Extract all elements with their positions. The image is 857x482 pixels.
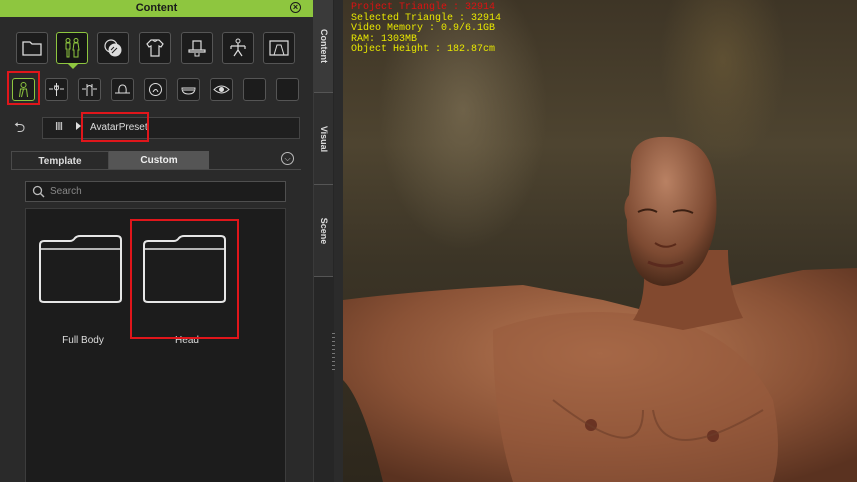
stage-icon: [269, 40, 289, 56]
body-morph-button[interactable]: [45, 78, 68, 101]
tab-template[interactable]: Template: [11, 151, 109, 170]
folder-label: Full Body: [62, 335, 104, 346]
clothing-icon: [146, 39, 164, 57]
mouth-icon: [181, 87, 196, 95]
stat-object-height: Object Height : 182.87cm: [351, 44, 496, 55]
body-morph-icon: [49, 83, 64, 96]
actor-icon[interactable]: ǁǁ: [55, 121, 63, 133]
avatar-preset-button[interactable]: [12, 78, 35, 101]
close-icon[interactable]: ×: [290, 2, 301, 13]
side-tab-content[interactable]: Content: [314, 0, 333, 93]
face-button[interactable]: [144, 78, 167, 101]
face-icon: [149, 83, 162, 96]
tab-divider: [11, 169, 301, 170]
folder-icon: [39, 235, 122, 303]
motion-button[interactable]: [222, 32, 254, 64]
3d-viewport[interactable]: Project Triangle : 32914 Selected Triang…: [343, 0, 857, 482]
materials-button[interactable]: [97, 32, 129, 64]
side-tab-label: Visual: [318, 125, 329, 152]
accessory-button[interactable]: [181, 32, 213, 64]
motion-figure-icon: [230, 38, 246, 57]
panel-title: Content: [135, 2, 178, 14]
avatar-character: [343, 136, 857, 482]
viewport-stats: Project Triangle : 32914 Selected Triang…: [351, 2, 501, 56]
back-arrow-icon[interactable]: ⮌: [14, 119, 32, 135]
empty-slot: [243, 78, 266, 101]
content-grid: Full Body Head: [25, 208, 286, 482]
mouth-button[interactable]: [177, 78, 200, 101]
actor-body-icon: [65, 38, 80, 58]
head-morph-button[interactable]: [111, 78, 134, 101]
chevron-down-icon[interactable]: ⌵: [281, 152, 294, 165]
stat-project-triangle: Project Triangle : 32914: [351, 2, 496, 13]
folder-button[interactable]: [16, 32, 48, 64]
stage-button[interactable]: [263, 32, 295, 64]
breadcrumb: ǁǁ AvatarPreset: [42, 117, 300, 139]
side-tab-label: Content: [318, 29, 329, 63]
side-tab-visual[interactable]: Visual: [314, 93, 333, 185]
breadcrumb-item-avatarpreset[interactable]: AvatarPreset: [90, 122, 148, 133]
side-tab-strip: Content Visual Scene: [313, 0, 334, 482]
head-morph-icon: [115, 84, 130, 94]
search-box: [25, 181, 286, 202]
search-input[interactable]: [50, 184, 280, 199]
side-tab-label: Scene: [318, 217, 329, 244]
accessory-hat-icon: [188, 40, 206, 57]
breadcrumb-separator: [148, 124, 149, 133]
body-scale-icon: [82, 84, 97, 96]
folder-icon: [143, 235, 226, 303]
body-scale-button[interactable]: [78, 78, 101, 101]
content-panel: Content × ⮌ ǁǁ AvatarPreset Template Cus…: [0, 0, 313, 482]
side-tab-scene[interactable]: Scene: [314, 185, 333, 277]
panel-splitter[interactable]: [334, 0, 343, 482]
empty-slot: [276, 78, 299, 101]
avatar-preset-icon: [19, 82, 28, 98]
folder-head[interactable]: Head: [137, 235, 229, 346]
clothing-button[interactable]: [139, 32, 171, 64]
folder-icon: [22, 41, 42, 56]
tab-custom[interactable]: Custom: [109, 151, 209, 170]
folder-label: Head: [175, 335, 199, 346]
selected-category-pointer: [68, 64, 78, 69]
actor-body-button[interactable]: [56, 32, 88, 64]
folder-full-body[interactable]: Full Body: [33, 235, 125, 346]
search-icon: [32, 185, 45, 198]
panel-titlebar: Content ×: [0, 0, 313, 17]
eye-button[interactable]: [210, 78, 233, 101]
materials-icon: [104, 39, 122, 57]
eye-icon: [213, 85, 230, 94]
breadcrumb-arrow-icon: [76, 122, 81, 130]
stat-video-memory: Video Memory : 0.9/6.1GB: [351, 23, 496, 34]
splitter-grip[interactable]: [332, 333, 335, 373]
